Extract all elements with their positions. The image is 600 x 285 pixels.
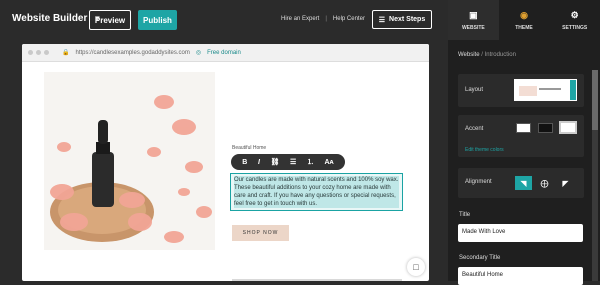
panel-tabs: ▣ WEBSITE ◉ THEME ⚙ SETTINGS xyxy=(448,0,600,40)
alignment-label: Alignment xyxy=(465,179,492,185)
tab-theme[interactable]: ◉ THEME xyxy=(499,0,550,40)
layout-selector[interactable] xyxy=(514,79,577,101)
site-url: https://candlesexamples.godaddysites.com xyxy=(75,49,190,56)
hire-expert-link[interactable]: Hire an Expert xyxy=(281,16,319,22)
window-dot-icon xyxy=(44,50,49,55)
secondary-title-input[interactable]: Beautiful Home xyxy=(458,267,583,285)
breadcrumb: Website / Introduction xyxy=(458,52,516,58)
bullet-list-icon[interactable]: ☰ xyxy=(290,158,296,166)
browser-frame: 🔒 https://candlesexamples.godaddysites.c… xyxy=(22,44,429,281)
edit-theme-colors-link[interactable]: Edit theme colors xyxy=(465,147,504,153)
font-size-icon[interactable]: Aᴀ xyxy=(324,159,333,166)
align-right-icon[interactable]: ◤ xyxy=(557,176,574,190)
panel-scrollbar[interactable] xyxy=(592,70,598,281)
secondary-title-label: Secondary Title xyxy=(459,255,501,261)
body-text-editor[interactable]: Our candles are made with natural scents… xyxy=(230,173,403,211)
brand-label: Website Builder xyxy=(12,13,88,24)
palette-icon: ◉ xyxy=(520,9,528,20)
layout-thumb-line xyxy=(539,88,561,90)
next-steps-button[interactable]: ☰ Next Steps xyxy=(372,10,432,29)
editor-canvas: 🔒 https://candlesexamples.godaddysites.c… xyxy=(0,40,448,281)
free-domain-link[interactable]: Free domain xyxy=(207,50,241,56)
lock-icon: 🔒 xyxy=(62,50,70,56)
url-row: 🔒 https://candlesexamples.godaddysites.c… xyxy=(62,49,241,57)
breadcrumb-separator: / xyxy=(481,52,483,58)
candle-petals-image xyxy=(44,72,215,250)
scrollbar-thumb[interactable] xyxy=(592,70,598,130)
accent-swatch-dark[interactable] xyxy=(538,123,553,133)
align-center-icon[interactable]: ⨁ xyxy=(536,176,553,190)
hero-image[interactable] xyxy=(44,72,215,250)
gear-icon: ⚙ xyxy=(570,9,579,20)
accent-swatch-selected[interactable] xyxy=(559,121,577,134)
preview-button[interactable]: Preview xyxy=(89,10,131,30)
link-icon[interactable]: ⛓ xyxy=(271,158,280,166)
layout-label: Layout xyxy=(465,87,484,93)
publish-button[interactable]: Publish xyxy=(138,10,177,30)
body-text[interactable]: Our candles are made with natural scents… xyxy=(234,176,399,208)
title-label: Title xyxy=(459,212,471,218)
tab-theme-label: THEME xyxy=(515,24,533,31)
title-input[interactable]: Made With Love xyxy=(458,224,583,242)
shop-now-button[interactable]: SHOP NOW xyxy=(232,225,289,241)
link-separator: | xyxy=(325,16,327,22)
text-format-toolbar: B I ⛓ ☰ ⒈ Aᴀ xyxy=(231,154,345,170)
align-left-icon[interactable]: ◥ xyxy=(515,176,532,190)
list-icon: ☰ xyxy=(378,16,386,24)
tab-website-label: WEBSITE xyxy=(461,24,485,31)
accent-swatch-light[interactable] xyxy=(516,123,531,133)
help-center-link[interactable]: Help Center xyxy=(333,16,365,22)
italic-icon[interactable]: I xyxy=(258,159,260,166)
accent-label: Accent xyxy=(465,126,484,132)
window-dot-icon xyxy=(28,50,33,55)
url-bar: 🔒 https://candlesexamples.godaddysites.c… xyxy=(22,44,429,62)
next-steps-label: Next Steps xyxy=(389,16,426,23)
globe-icon: ◎ xyxy=(195,50,202,56)
window-icon: ▣ xyxy=(469,9,478,20)
chat-icon[interactable]: □ xyxy=(407,258,425,276)
bold-icon[interactable]: B xyxy=(242,159,247,166)
tab-settings-label: SETTINGS xyxy=(562,24,588,31)
breadcrumb-current: Introduction xyxy=(484,52,516,58)
top-bar: Website Builder ▼ Preview Publish Hire a… xyxy=(0,0,448,40)
layout-thumb-image xyxy=(519,86,537,96)
window-dot-icon xyxy=(36,50,41,55)
tab-website[interactable]: ▣ WEBSITE xyxy=(448,0,499,40)
chevron-right-icon xyxy=(570,80,576,100)
brand-menu[interactable]: Website Builder ▼ xyxy=(12,13,101,24)
kicker-text[interactable]: Beautiful Home xyxy=(232,145,266,151)
top-links: Hire an Expert | Help Center xyxy=(281,16,365,22)
tab-settings[interactable]: ⚙ SETTINGS xyxy=(549,0,600,40)
numbered-list-icon[interactable]: ⒈ xyxy=(307,157,314,167)
breadcrumb-website[interactable]: Website xyxy=(458,52,480,58)
